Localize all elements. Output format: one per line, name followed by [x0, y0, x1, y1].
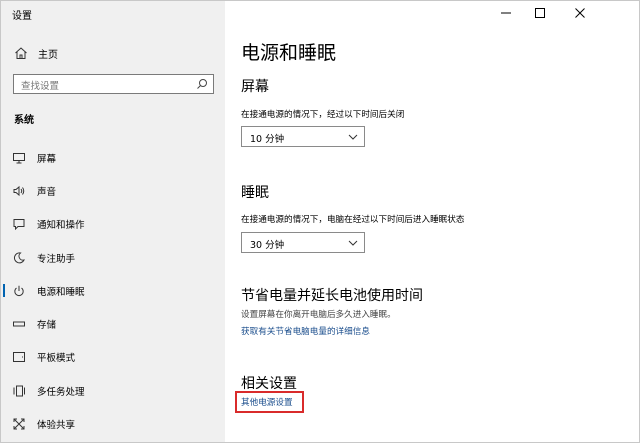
tablet-icon [13, 352, 25, 363]
chevron-down-icon [348, 240, 358, 246]
main-content: 电源和睡眠 屏幕 在接通电源的情况下，经过以下时间后关闭 10 分钟 睡眠 在接… [241, 1, 631, 442]
sidebar-item-label: 屏幕 [37, 153, 57, 165]
related-settings-heading: 相关设置 [241, 376, 297, 392]
multitask-icon [13, 385, 25, 397]
screen-description: 在接通电源的情况下，经过以下时间后关闭 [241, 110, 405, 120]
sidebar-item-notifications[interactable]: 通知和操作 [1, 208, 225, 241]
monitor-icon [13, 152, 25, 164]
sidebar-item-power-sleep[interactable]: 电源和睡眠 [1, 274, 225, 307]
sidebar-item-label: 平板模式 [37, 353, 76, 365]
app-title: 设置 [12, 11, 32, 22]
power-icon [14, 285, 24, 296]
sidebar-item-tablet-mode[interactable]: 平板模式 [1, 341, 225, 374]
share-icon [13, 418, 25, 430]
battery-heading: 节省电量并延长电池使用时间 [241, 288, 423, 304]
sidebar-item-label: 存储 [37, 320, 57, 332]
screen-timeout-dropdown[interactable]: 10 分钟 [241, 126, 365, 147]
sleep-heading: 睡眠 [241, 185, 269, 201]
sidebar-item-shared-experiences[interactable]: 体验共享 [1, 407, 225, 440]
dropdown-value: 30 分钟 [250, 240, 285, 251]
sidebar-item-label: 通知和操作 [37, 220, 85, 232]
home-button[interactable]: 主页 [14, 45, 58, 61]
sidebar-item-storage[interactable]: 存储 [1, 307, 225, 340]
sidebar-item-label: 电源和睡眠 [37, 286, 85, 298]
sleep-timeout-dropdown[interactable]: 30 分钟 [241, 232, 365, 253]
search-input[interactable]: 查找设置 [13, 74, 214, 94]
sidebar-item-label: 体验共享 [37, 420, 76, 432]
search-placeholder: 查找设置 [21, 81, 60, 92]
sidebar-nav: 屏幕 声音 通知和操作 专注助手 电源和睡眠 存储 平板模式 多任务处理 体验共… [1, 141, 225, 441]
storage-icon [13, 321, 25, 327]
sidebar-item-display[interactable]: 屏幕 [1, 141, 225, 174]
page-title: 电源和睡眠 [241, 42, 337, 64]
search-icon [197, 79, 207, 89]
sleep-description: 在接通电源的情况下，电脑在经过以下时间后进入睡眠状态 [241, 215, 465, 225]
battery-description: 设置屏幕在你离开电脑后多久进入睡眠。 [241, 310, 396, 320]
sidebar-item-multitasking[interactable]: 多任务处理 [1, 374, 225, 407]
screen-heading: 屏幕 [241, 79, 269, 95]
sidebar-item-label: 多任务处理 [37, 386, 85, 398]
home-icon [15, 47, 27, 59]
settings-window: 设置 主页 查找设置 系统 屏幕 声音 通知和操作 专注助手 电源和睡眠 存储 … [0, 0, 640, 443]
sidebar-item-label: 声音 [37, 186, 57, 198]
sidebar-item-sound[interactable]: 声音 [1, 174, 225, 207]
sidebar: 设置 主页 查找设置 系统 屏幕 声音 通知和操作 专注助手 电源和睡眠 存储 … [1, 1, 225, 442]
notification-icon [13, 219, 25, 231]
sidebar-item-label: 专注助手 [37, 253, 76, 265]
home-label: 主页 [38, 49, 58, 61]
moon-icon [13, 251, 25, 263]
highlight-box [235, 391, 304, 413]
speaker-icon [13, 185, 25, 197]
dropdown-value: 10 分钟 [250, 134, 285, 145]
battery-info-link[interactable]: 获取有关节省电脑电量的详细信息 [241, 325, 370, 337]
section-title: 系统 [14, 115, 34, 126]
chevron-down-icon [348, 134, 358, 140]
sidebar-item-focus-assist[interactable]: 专注助手 [1, 241, 225, 274]
